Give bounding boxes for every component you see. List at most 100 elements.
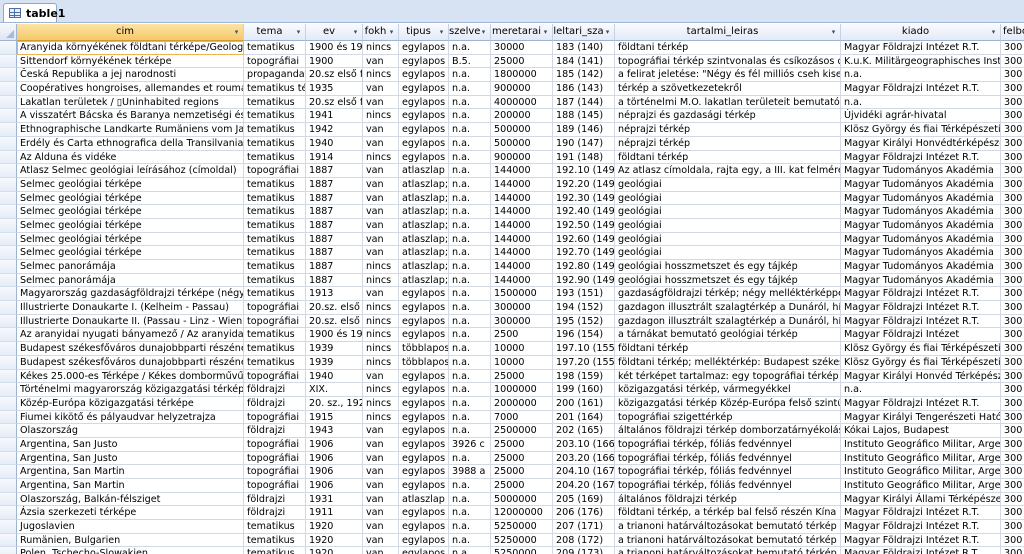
cell-kiado[interactable]: K.u.K. Militärgeographisches Institu — [841, 54, 1001, 69]
cell-ev[interactable]: 1900 és 192 — [306, 328, 363, 343]
cell-leltari-sza[interactable]: 203.10 (166) — [553, 437, 615, 452]
table-row[interactable]: Selmec panorámája tematikus 1887 nincs atlas… — [0, 260, 1024, 274]
cell-ev[interactable]: 1887 — [306, 164, 363, 178]
cell-cim[interactable]: Erdély és Carta ethnografica della Trans… — [17, 136, 244, 151]
record-selector[interactable] — [0, 465, 17, 479]
cell-tema[interactable]: földrajzi — [244, 424, 306, 438]
cell-kiado[interactable]: Magyar Tudományos Akadémia — [841, 232, 1001, 247]
cell-tema[interactable]: propagandat — [244, 68, 306, 83]
cell-kiado[interactable]: Magyar Tudományos Akadémia — [841, 164, 1001, 178]
cell-cim[interactable]: Selmec geológiai térképe — [17, 191, 244, 206]
cell-szelve[interactable]: n.a. — [449, 205, 491, 219]
table-row[interactable]: A visszatért Bácska és Baranya nemzetisé… — [0, 109, 1024, 124]
cell-tema[interactable]: tematikus — [244, 520, 306, 534]
cell-leltari-sza[interactable]: 192.90 (149) — [553, 273, 615, 288]
cell-fokh[interactable]: nincs — [363, 396, 399, 411]
table-row[interactable]: Jugoslavien tematikus 1920 van egylapos n.a. 5… — [0, 520, 1024, 534]
cell-fokh[interactable]: van — [363, 177, 399, 192]
cell-tartalmi-leiras[interactable]: néprajzi térkép — [615, 136, 841, 151]
record-selector[interactable] — [0, 383, 17, 397]
cell-szelve[interactable]: n.a. — [449, 232, 491, 247]
cell-tipus[interactable]: egylapos — [399, 451, 449, 466]
cell-fokh[interactable]: van — [363, 218, 399, 233]
cell-felbo[interactable]: 300 — [1001, 328, 1024, 343]
record-selector[interactable] — [0, 355, 17, 370]
cell-tipus[interactable]: egylapos — [399, 123, 449, 137]
cell-cim[interactable]: Ethnographische Landkarte Rumäniens vom … — [17, 123, 244, 137]
cell-leltari-sza[interactable]: 197.10 (155) — [553, 342, 615, 356]
cell-ev[interactable]: 1913 — [306, 287, 363, 302]
record-selector[interactable] — [0, 314, 17, 329]
cell-tipus[interactable]: többlapos — [399, 342, 449, 356]
cell-fokh[interactable]: van — [363, 492, 399, 507]
cell-szelve[interactable]: n.a. — [449, 191, 491, 206]
cell-szelve[interactable]: n.a. — [449, 369, 491, 384]
cell-tema[interactable]: tematikus — [244, 150, 306, 165]
cell-szelve[interactable]: n.a. — [449, 314, 491, 329]
cell-kiado[interactable]: Instituto Geográfico Militar, Argent — [841, 451, 1001, 466]
cell-meretarai[interactable]: 5250000 — [491, 520, 553, 534]
cell-cim[interactable]: Rumänien, Bulgarien — [17, 533, 244, 548]
record-selector[interactable] — [0, 369, 17, 384]
record-selector[interactable] — [0, 547, 17, 554]
cell-tartalmi-leiras[interactable]: topográfiai térkép, fóliás fedvénnyel — [615, 451, 841, 466]
cell-tipus[interactable]: egylapos — [399, 287, 449, 302]
table-row[interactable]: Az aranyidai nyugati bányamező / Az aran… — [0, 328, 1024, 343]
cell-cim[interactable]: Argentina, San Justo — [17, 451, 244, 466]
cell-kiado[interactable]: Instituto Geográfico Militar, Argent — [841, 437, 1001, 452]
cell-kiado[interactable]: Magyar Földrajzi Intézet R.T. — [841, 287, 1001, 302]
cell-meretarai[interactable]: 144000 — [491, 164, 553, 178]
cell-kiado[interactable]: Magyar Földrajzi Intézet R.T. — [841, 547, 1001, 554]
cell-cim[interactable]: Illustrierte Donaukarte II. (Passau - Li… — [17, 314, 244, 329]
cell-cim[interactable]: Olaszország, Balkán-félsziget — [17, 492, 244, 507]
table-row[interactable]: Selmec geológiai térképe tematikus 1887 van… — [0, 232, 1024, 247]
cell-felbo[interactable]: 300 — [1001, 452, 1024, 466]
cell-ev[interactable]: 1911 — [306, 506, 363, 521]
cell-ev[interactable]: 1887 — [306, 218, 363, 233]
cell-tartalmi-leiras[interactable]: geológiai — [615, 205, 841, 219]
cell-tema[interactable]: topográfiai — [244, 369, 306, 384]
cell-meretarai[interactable]: 5250000 — [491, 533, 553, 548]
cell-tartalmi-leiras[interactable]: általános földrajzi térkép — [615, 492, 841, 507]
cell-kiado[interactable]: Magyar Földrajzi Intézet R.T. — [841, 82, 1001, 96]
cell-fokh[interactable]: nincs — [363, 383, 399, 397]
cell-tema[interactable]: tematikus — [244, 246, 306, 260]
cell-cim[interactable]: Argentina, San Justo — [17, 437, 244, 452]
table-row[interactable]: Kékes 25.000-es Térképe / Kékes dombormű… — [0, 369, 1024, 384]
cell-fokh[interactable]: nincs — [363, 109, 399, 124]
cell-tipus[interactable]: egylapos — [399, 328, 449, 343]
cell-tema[interactable]: topográfiai — [244, 164, 306, 178]
record-selector[interactable] — [0, 95, 17, 110]
cell-cim[interactable]: Ázsia szerkezeti térképe — [17, 506, 244, 521]
cell-tipus[interactable]: egylapos — [399, 465, 449, 479]
cell-tema[interactable]: tematikus — [244, 218, 306, 233]
cell-tipus[interactable]: egylapos — [399, 437, 449, 452]
cell-meretarai[interactable]: 144000 — [491, 218, 553, 233]
table-row[interactable]: Közép-Európa közigazgatási térképe földra… — [0, 396, 1024, 411]
cell-leltari-sza[interactable]: 192.80 (149) — [553, 260, 615, 274]
cell-tipus[interactable]: egylapos — [399, 383, 449, 397]
cell-szelve[interactable]: n.a. — [449, 150, 491, 165]
cell-fokh[interactable]: nincs — [363, 68, 399, 83]
cell-tipus[interactable]: atlaszlap; — [399, 273, 449, 288]
cell-fokh[interactable]: van — [363, 369, 399, 384]
cell-cim[interactable]: Budapest székesfőváros dunajobbparti rés… — [17, 342, 244, 356]
column-header-leltari-sza[interactable]: leltari_sza ▾ — [553, 24, 615, 41]
cell-tipus[interactable]: atlaszlap; — [399, 191, 449, 206]
cell-leltari-sza[interactable]: 194 (152) — [553, 301, 615, 315]
cell-felbo[interactable]: 300 — [1001, 178, 1024, 192]
cell-leltari-sza[interactable]: 209 (173) — [553, 547, 615, 554]
cell-meretarai[interactable]: 144000 — [491, 205, 553, 219]
cell-fokh[interactable]: nincs — [363, 410, 399, 425]
cell-tipus[interactable]: atlaszlap; — [399, 177, 449, 192]
cell-kiado[interactable]: Magyar Földrajzi Intézet R.T. — [841, 533, 1001, 548]
cell-ev[interactable]: 1914 — [306, 150, 363, 165]
cell-tipus[interactable]: egylapos — [399, 41, 449, 55]
cell-felbo[interactable]: 300 — [1001, 246, 1024, 260]
cell-szelve[interactable]: n.a. — [449, 451, 491, 466]
table-row[interactable]: Fiumei kikötő és pályaudvar helyzetrajza… — [0, 410, 1024, 425]
cell-cim[interactable]: Az Alduna és vidéke — [17, 150, 244, 165]
table-row[interactable]: Ázsia szerkezeti térképe földrajzi 1911 van… — [0, 506, 1024, 521]
cell-kiado[interactable]: Klösz György és fiai Térképészeti M — [841, 342, 1001, 356]
record-selector[interactable] — [0, 164, 17, 178]
